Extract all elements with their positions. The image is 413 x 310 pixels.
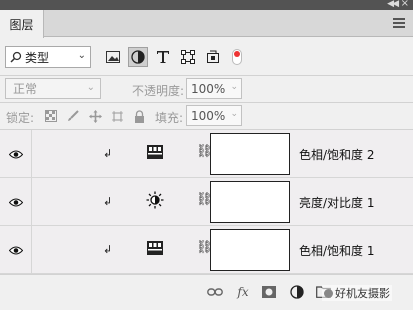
eye-icon [8, 150, 23, 158]
layer-mask-thumbnail[interactable] [210, 229, 290, 271]
opacity-label: 不透明度: [132, 84, 185, 98]
layer-mask-thumbnail[interactable] [210, 181, 290, 223]
add-mask-icon[interactable] [260, 283, 278, 301]
layers-list: ↲ ⛓ 色相/饱和度 2 ↲ ⛓ 亮度/对比度 1 ↲ ⛓ 色相/饱和度 1 [0, 130, 413, 274]
panel-top-strip: ◀◀ × [0, 0, 413, 10]
shape-filter-icon[interactable] [178, 47, 198, 67]
lock-image-pixels-icon[interactable] [66, 109, 80, 123]
blend-mode-label: 正常 [13, 82, 38, 96]
watermark: 好机友摄影 [322, 285, 392, 301]
adjustment-filter-icon[interactable] [128, 47, 148, 67]
filter-toggle-icon[interactable] [232, 49, 242, 65]
smart-object-filter-icon[interactable] [203, 47, 223, 67]
clipping-mask-icon: ↲ [103, 147, 113, 160]
lock-transparent-pixels-icon[interactable] [44, 109, 58, 123]
lock-artboard-icon[interactable] [110, 109, 124, 123]
chevron-down-icon: ⌄ [230, 109, 238, 119]
type-filter-icon[interactable] [153, 47, 173, 67]
hue-saturation-icon [147, 145, 163, 159]
opacity-input[interactable]: 100% ⌄ [186, 78, 242, 99]
opacity-value: 100% [191, 81, 226, 96]
blend-mode-select[interactable]: 正常 ⌄ [5, 78, 101, 99]
fill-label: 填充: [155, 111, 184, 125]
clipping-mask-icon: ↲ [103, 195, 113, 208]
visibility-toggle[interactable] [0, 226, 32, 274]
lock-row: 锁定: 填充: 100% ⌄ [0, 103, 413, 129]
layers-footer: fx 好机友摄影 [0, 274, 413, 310]
filter-row: 类型 ⌄ [0, 43, 413, 75]
layer-row[interactable]: ↲ ⛓ 色相/饱和度 2 [0, 130, 413, 178]
chevron-down-icon: ⌄ [77, 50, 86, 61]
close-panel-icon[interactable]: × [401, 0, 409, 9]
clipping-mask-icon: ↲ [103, 243, 113, 256]
link-layers-icon[interactable] [206, 283, 224, 301]
image-filter-icon[interactable] [103, 47, 123, 67]
visibility-toggle[interactable] [0, 130, 32, 178]
fill-input[interactable]: 100% ⌄ [186, 105, 242, 126]
layer-style-fx-icon[interactable]: fx [234, 283, 252, 301]
collapse-panels-icon[interactable]: ◀◀ [387, 0, 399, 9]
tab-layers[interactable]: 图层 [0, 10, 44, 38]
filter-kind-label: 类型 [25, 50, 50, 65]
brightness-contrast-icon [146, 191, 164, 209]
fill-value: 100% [191, 108, 226, 123]
tab-layers-label: 图层 [9, 17, 34, 32]
layer-row[interactable]: ↲ ⛓ 色相/饱和度 1 [0, 226, 413, 274]
layer-name[interactable]: 亮度/对比度 1 [299, 194, 375, 211]
layer-row[interactable]: ↲ ⛓ 亮度/对比度 1 [0, 178, 413, 226]
panel-tab-bar: 图层 [0, 10, 413, 38]
chevron-down-icon: ⌄ [86, 82, 95, 93]
chevron-down-icon: ⌄ [230, 82, 238, 92]
panel-menu-icon[interactable] [393, 18, 405, 28]
eye-icon [8, 246, 23, 254]
blend-row: 正常 ⌄ 不透明度: 100% ⌄ [0, 76, 413, 102]
visibility-toggle[interactable] [0, 178, 32, 226]
lock-label: 锁定: [6, 111, 35, 125]
lock-position-icon[interactable] [88, 109, 102, 123]
lock-all-icon[interactable] [132, 109, 146, 123]
filter-kind-select[interactable]: 类型 ⌄ [5, 46, 91, 68]
new-adjustment-layer-icon[interactable] [288, 283, 306, 301]
watermark-text: 好机友摄影 [335, 287, 390, 300]
hue-saturation-icon [147, 241, 163, 255]
layer-name[interactable]: 色相/饱和度 1 [299, 242, 375, 259]
wechat-logo-icon [324, 289, 333, 298]
eye-icon [8, 198, 23, 206]
layer-name[interactable]: 色相/饱和度 2 [299, 146, 375, 163]
layer-mask-thumbnail[interactable] [210, 133, 290, 175]
search-icon [10, 51, 22, 63]
